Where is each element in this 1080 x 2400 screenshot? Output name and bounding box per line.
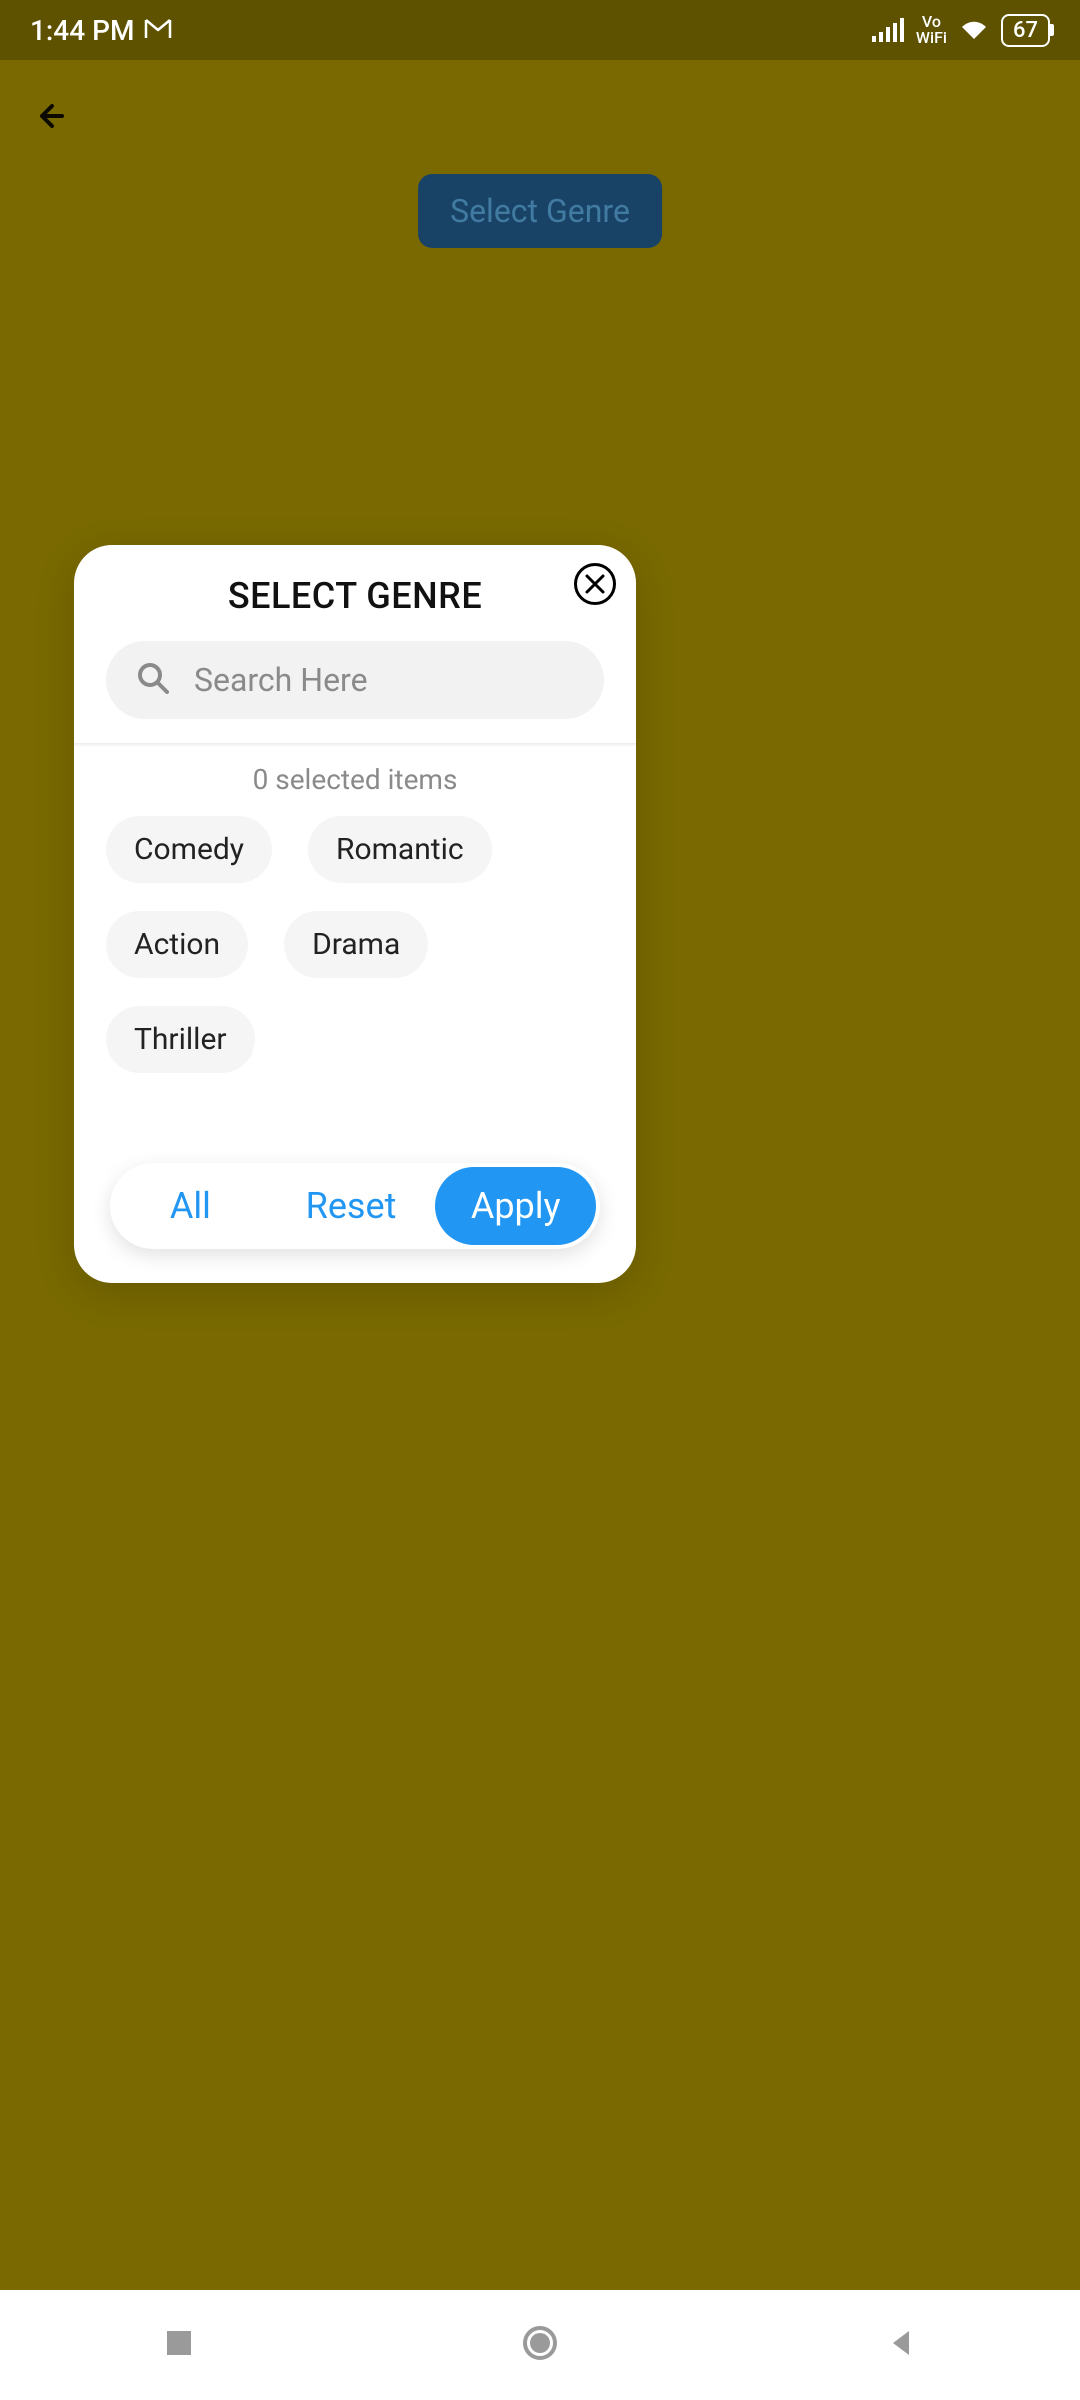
close-icon	[584, 573, 606, 595]
nav-back-button[interactable]	[883, 2325, 919, 2365]
reset-button[interactable]: Reset	[271, 1163, 432, 1249]
app-body: Select Genre SELECT GENRE 0 selected ite…	[0, 60, 1080, 2290]
search-field[interactable]	[106, 641, 604, 719]
dialog-actions: All Reset Apply	[110, 1163, 600, 1249]
status-bar: 1:44 PM Vo WiFi 67	[0, 0, 1080, 60]
status-right: Vo WiFi 67	[872, 14, 1050, 47]
genre-chips: Comedy Romantic Action Drama Thriller	[74, 806, 636, 1103]
search-wrap	[74, 641, 636, 743]
dialog-header: SELECT GENRE	[74, 545, 636, 641]
cellular-signal-icon	[872, 18, 904, 42]
selected-count-label: 0 selected items	[74, 747, 636, 806]
nav-recent-button[interactable]	[161, 2325, 197, 2365]
genre-chip-action[interactable]: Action	[106, 911, 248, 978]
search-input[interactable]	[194, 661, 574, 699]
dialog-title: SELECT GENRE	[104, 575, 606, 617]
genre-chip-comedy[interactable]: Comedy	[106, 816, 272, 883]
wifi-icon	[959, 14, 989, 47]
genre-chip-thriller[interactable]: Thriller	[106, 1006, 255, 1073]
genre-chip-romantic[interactable]: Romantic	[308, 816, 492, 883]
close-button[interactable]	[574, 563, 616, 605]
status-time: 1:44 PM	[30, 14, 134, 47]
apply-button[interactable]: Apply	[435, 1167, 596, 1245]
search-icon	[136, 661, 170, 699]
status-left: 1:44 PM	[30, 14, 172, 47]
nav-home-button[interactable]	[520, 2323, 560, 2367]
battery-indicator: 67	[1001, 14, 1050, 47]
vowifi-label: Vo WiFi	[916, 14, 947, 46]
genre-chip-drama[interactable]: Drama	[284, 911, 428, 978]
navigation-bar	[0, 2290, 1080, 2400]
select-genre-dialog: SELECT GENRE 0 selected items Comedy Rom…	[74, 545, 636, 1283]
all-button[interactable]: All	[110, 1163, 271, 1249]
gmail-icon	[144, 14, 172, 47]
